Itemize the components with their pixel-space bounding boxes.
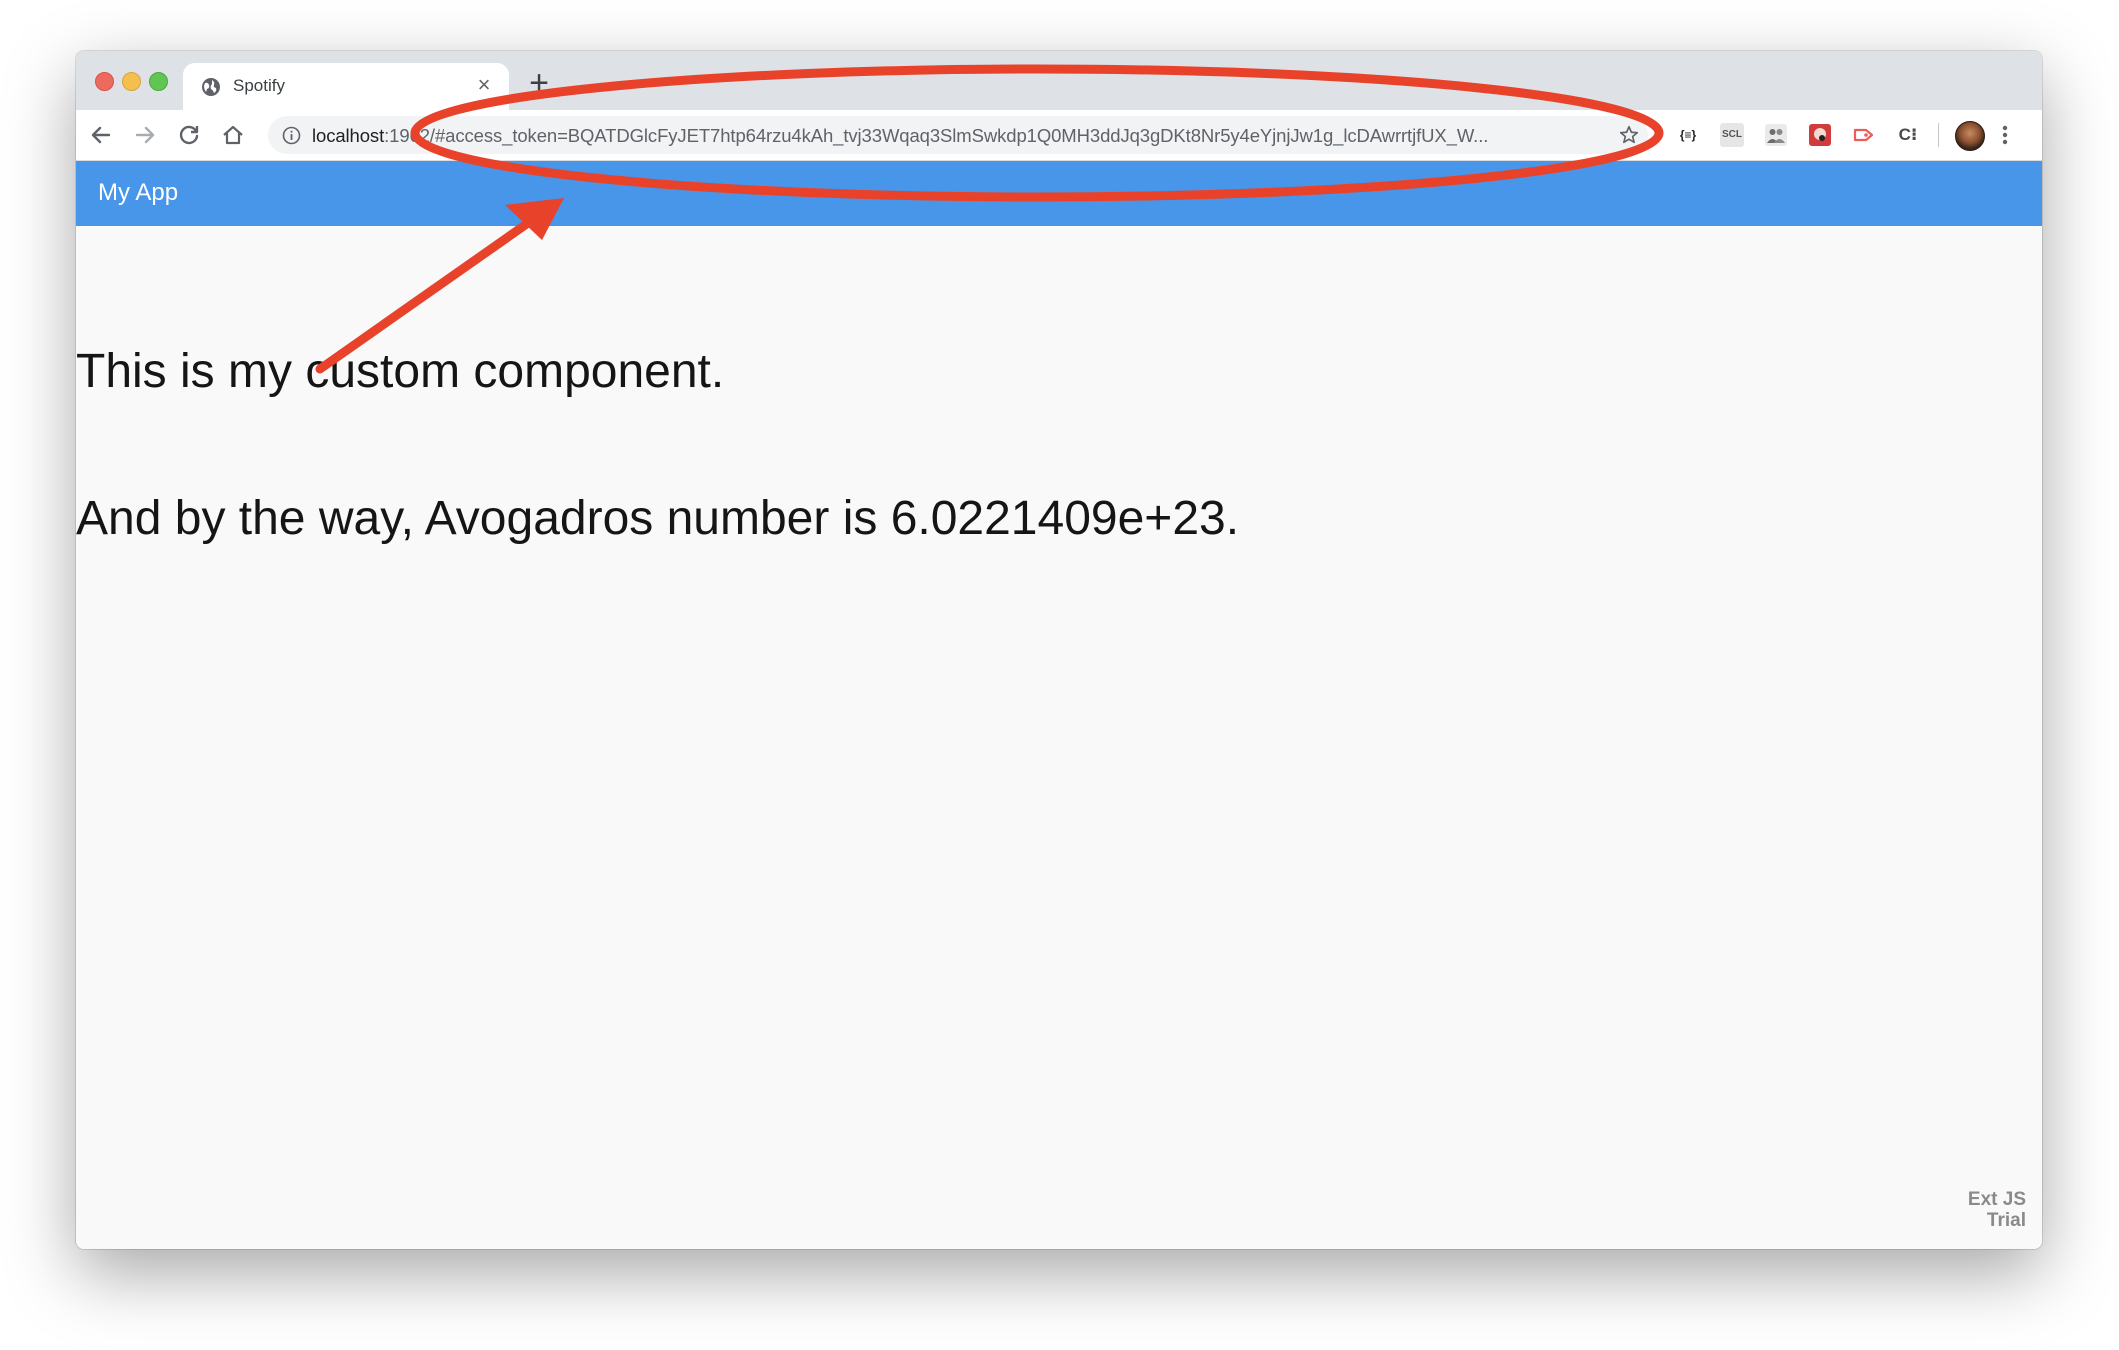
window-minimize-button[interactable] [122,72,141,91]
info-icon[interactable] [282,126,301,145]
toolbar-divider [1938,123,1939,147]
kebab-menu-icon[interactable] [2000,122,2010,148]
tag-icon[interactable] [1852,123,1876,147]
tab-strip: Spotify × + [76,51,2042,111]
browser-window: Spotify × + localhost:1962/#access_token… [76,51,2042,1249]
back-icon[interactable] [88,122,114,148]
new-tab-button[interactable]: + [524,66,554,100]
window-close-button[interactable] [95,72,114,91]
globe-icon [202,78,220,96]
url-path: :1962/#access_token=BQATDGlcFyJET7htp64r… [384,125,1489,146]
custom-component-text: This is my custom component. [76,345,725,398]
url-host: localhost [312,125,385,146]
json-formatter-icon[interactable]: {≡} [1676,123,1700,147]
home-icon[interactable] [220,122,246,148]
profile-avatar[interactable] [1955,121,1985,151]
browser-toolbar: localhost:1962/#access_token=BQATDGlcFyJ… [76,110,2042,161]
url-text[interactable]: localhost:1962/#access_token=BQATDGlcFyJ… [312,125,1592,147]
watermark-line-1: Ext JS [1967,1189,2026,1210]
red-extension-icon[interactable] [1808,123,1832,147]
window-maximize-button[interactable] [149,72,168,91]
scl-icon[interactable]: SCL [1720,123,1744,147]
tab-spotify[interactable]: Spotify × [183,63,509,111]
tab-title: Spotify [233,76,285,95]
people-icon[interactable] [1764,123,1788,147]
reload-icon[interactable] [176,122,202,148]
address-bar[interactable]: localhost:1962/#access_token=BQATDGlcFyJ… [268,116,1648,154]
bookmark-star-icon[interactable] [1618,124,1640,146]
watermark-line-2: Trial [1986,1210,2026,1231]
page-content: This is my custom component. And by the … [76,226,2042,1249]
forward-icon[interactable] [132,122,158,148]
extjs-trial-watermark: Ext JS Trial [1968,1189,2026,1231]
avogadro-text: And by the way, Avogadros number is 6.02… [76,492,1240,545]
app-header: My App [76,161,2042,226]
c-extension-icon[interactable]: C⁝ [1896,123,1920,147]
app-title: My App [98,179,179,206]
tab-close-icon[interactable]: × [473,74,495,96]
